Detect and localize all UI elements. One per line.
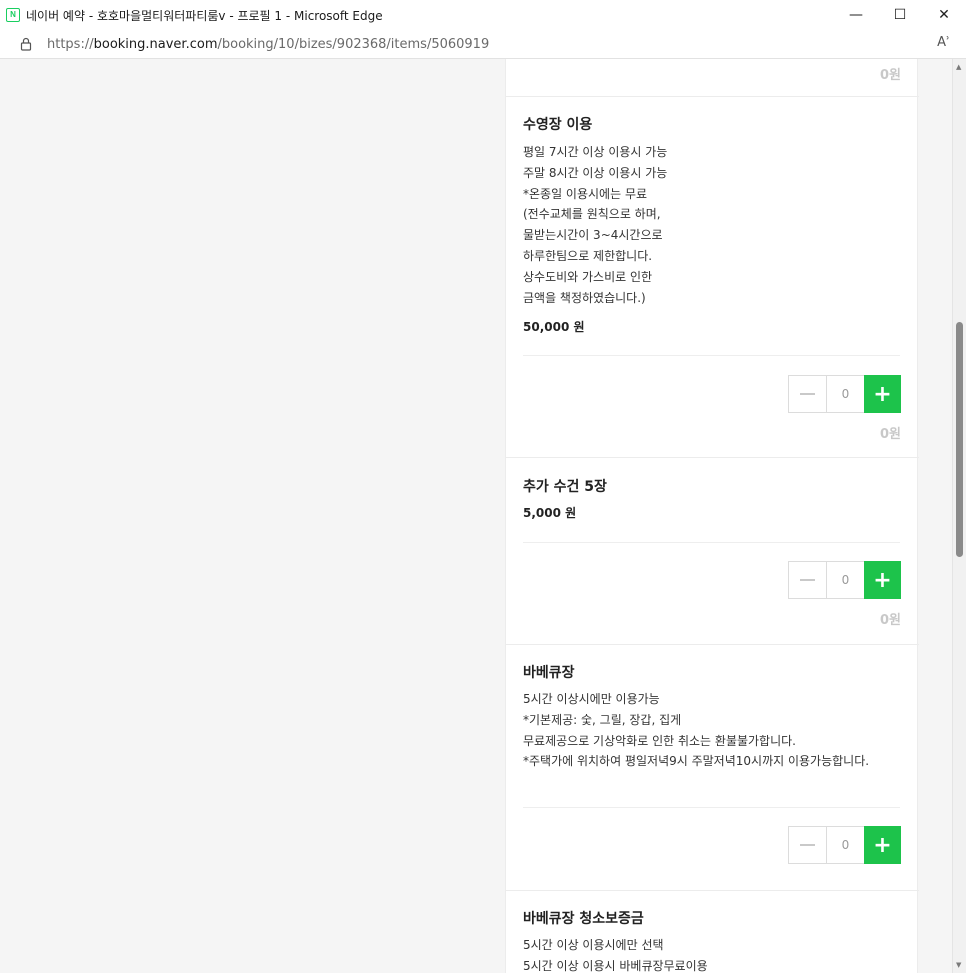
url-text[interactable]: https://booking.naver.com/booking/10/biz…: [47, 37, 489, 52]
item-total: 0원: [879, 613, 901, 628]
page-viewport: 0원 수영장 이용 평일 7시간 이상 이용시 가능 주말 8시간 이상 이용시…: [0, 59, 952, 973]
close-button[interactable]: ✕: [922, 0, 966, 30]
option-item: 수영장 이용 평일 7시간 이상 이용시 가능 주말 8시간 이상 이용시 가능…: [506, 97, 919, 458]
item-description: 5시간 이상 이용시에만 선택 5시간 이상 이용시 바베큐장무료이용: [523, 938, 708, 973]
divider: [523, 807, 900, 808]
divider: [523, 542, 900, 543]
maximize-button[interactable]: ☐: [878, 0, 922, 30]
increase-button[interactable]: +: [864, 375, 901, 413]
decrease-button[interactable]: [788, 375, 826, 413]
divider: [523, 355, 900, 356]
read-aloud-icon[interactable]: Aʾ: [937, 35, 950, 50]
option-item: 추가 수건 5장 5,000 원 0 + 0원: [506, 458, 919, 645]
lock-icon[interactable]: [19, 37, 33, 51]
decrease-button[interactable]: [788, 826, 826, 864]
minus-icon: [800, 844, 815, 846]
scroll-down-arrow-icon[interactable]: ▼: [956, 961, 961, 969]
item-price: 50,000 원: [523, 320, 585, 334]
item-price: 5,000 원: [523, 506, 577, 520]
item-description: 평일 7시간 이상 이용시 가능 주말 8시간 이상 이용시 가능 *온종일 이…: [523, 145, 668, 305]
vertical-scrollbar[interactable]: ▲ ▼: [952, 59, 966, 973]
increase-button[interactable]: +: [864, 826, 901, 864]
quantity-stepper: 0 +: [788, 826, 901, 864]
naver-favicon-icon: N: [6, 8, 20, 22]
address-bar[interactable]: https://booking.naver.com/booking/10/biz…: [0, 30, 966, 59]
url-scheme: https://: [47, 36, 94, 52]
item-total: 0원: [879, 427, 901, 442]
minimize-button[interactable]: —: [834, 0, 878, 30]
minus-icon: [800, 579, 815, 581]
quantity-value[interactable]: 0: [826, 826, 864, 864]
quantity-stepper: 0 +: [788, 561, 901, 599]
url-path: /booking/10/bizes/902368/items/5060919: [217, 36, 490, 52]
quantity-value[interactable]: 0: [826, 561, 864, 599]
decrease-button[interactable]: [788, 561, 826, 599]
scroll-up-arrow-icon[interactable]: ▲: [956, 63, 961, 71]
scrollbar-thumb[interactable]: [956, 322, 963, 557]
url-host: booking.naver.com: [93, 36, 218, 52]
item-title: 바베큐장: [523, 665, 575, 681]
option-item: 바베큐장 5시간 이상시에만 이용가능 *기본제공: 숯, 그릴, 장갑, 집게…: [506, 645, 919, 891]
minus-icon: [800, 393, 815, 395]
option-item: 바베큐장 청소보증금 5시간 이상 이용시에만 선택 5시간 이상 이용시 바베…: [506, 891, 919, 973]
item-total: 0원: [879, 68, 901, 83]
quantity-value[interactable]: 0: [826, 375, 864, 413]
item-title: 추가 수건 5장: [523, 479, 607, 495]
item-title: 바베큐장 청소보증금: [523, 911, 644, 927]
item-description: 5시간 이상시에만 이용가능 *기본제공: 숯, 그릴, 장갑, 집게 무료제공…: [523, 692, 870, 769]
item-title: 수영장 이용: [523, 117, 593, 133]
window-title-bar: N 네이버 예약 - 호호마을멀티워터파티룸v - 프로필 1 - Micros…: [0, 0, 966, 31]
quantity-stepper: 0 +: [788, 375, 901, 413]
options-panel: 0원 수영장 이용 평일 7시간 이상 이용시 가능 주말 8시간 이상 이용시…: [505, 59, 919, 973]
increase-button[interactable]: +: [864, 561, 901, 599]
window-controls: — ☐ ✕: [834, 0, 966, 30]
window-title: 네이버 예약 - 호호마을멀티워터파티룸v - 프로필 1 - Microsof…: [26, 8, 383, 23]
option-item-previous: 0원: [506, 59, 919, 97]
